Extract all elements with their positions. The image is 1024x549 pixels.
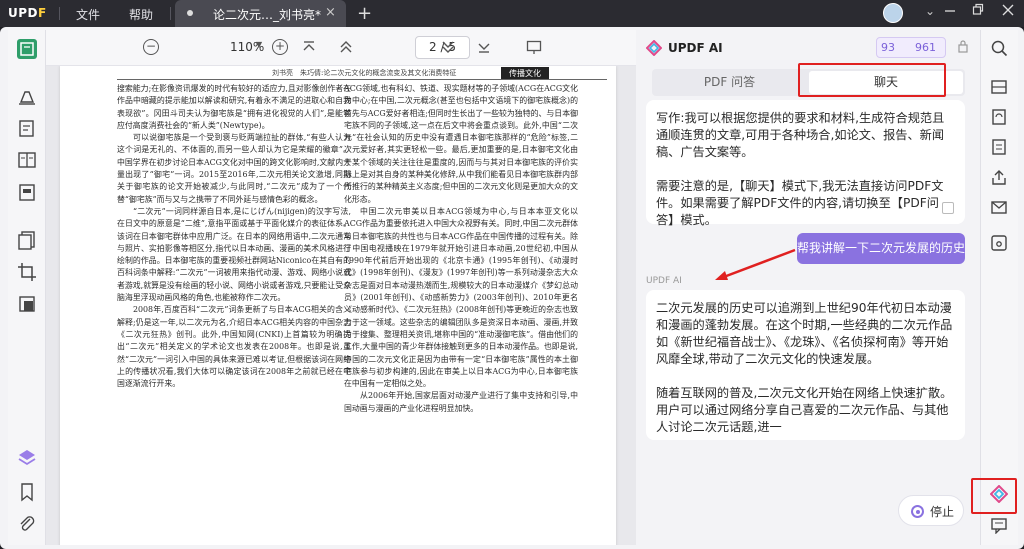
reader-mode-icon[interactable] — [17, 39, 37, 59]
highlight-box-ai-icon — [971, 478, 1017, 514]
text-column-left: 搜索能力;在影像资讯爆发的时代有较好的适应力,且对影像创作者在作品中暗藏的提示能… — [117, 83, 351, 390]
user-message: 帮我讲解一下二次元发展的历史 — [797, 233, 965, 264]
right-tool-sidebar — [980, 30, 1018, 545]
message-text: 随着互联网的普及,二次元文化开始在网络上快速扩散。用户可以通过网络分享自己喜爱的… — [656, 386, 953, 434]
stop-label: 停止 — [930, 505, 955, 519]
pdf-page: 刘书亮 朱巧倩:论二次元文化的概念流变及其文化消费特征 传播文化 搜索能力;在影… — [60, 66, 616, 545]
close-tab-icon[interactable]: × — [325, 5, 336, 20]
previous-page-icon[interactable] — [338, 39, 354, 55]
zoom-out-button[interactable]: − — [143, 39, 159, 55]
ai-sender-label: UPDF AI — [646, 276, 682, 286]
protect-pdf-icon[interactable] — [17, 294, 37, 314]
message-text: 写作:我可以根据您提供的要求和材料,生成符合规范且通顺连贯的文章,可用于各种场合… — [656, 111, 945, 159]
running-head: 刘书亮 朱巧倩:论二次元文化的概念流变及其文化消费特征 — [272, 69, 457, 77]
lock-icon[interactable] — [958, 40, 968, 56]
ai-panel-title: UPDF AI — [668, 41, 723, 55]
feedback-icon[interactable] — [990, 516, 1008, 535]
new-tab-button[interactable]: + — [357, 3, 372, 24]
ai-assistant-panel: UPDF AI 93 961 PDF 问答 聊天 写作:我可以根据您提供的要求和… — [636, 30, 980, 545]
stop-icon — [911, 505, 924, 518]
quota-b: 961 — [915, 41, 936, 54]
last-page-icon[interactable] — [476, 39, 492, 55]
title-bar: UPDF 文件 帮助 论二次元…_刘书亮* × + ⌄ — [0, 0, 1024, 27]
paragraph: 可以说御宅族是一个受到褒与贬两端拉扯的群体,“有些人认为这个词是无礼的、不体面的… — [117, 133, 351, 204]
quota-a: 93 — [881, 41, 895, 54]
highlight-box-chat-tab — [798, 63, 946, 97]
document-tab[interactable]: 论二次元…_刘书亮* × — [175, 0, 346, 27]
edit-pdf-icon[interactable] — [17, 118, 37, 138]
account-menu-chevron-icon[interactable]: ⌄ — [925, 4, 935, 18]
minimize-icon[interactable] — [944, 3, 956, 21]
ai-quota-badge[interactable]: 93 961 — [876, 37, 946, 58]
convert-pdf-icon[interactable] — [17, 230, 37, 250]
paragraph: “二次元”一词同样源自日本,是にじげん(nijigen)的汉字写法,在日文中的原… — [117, 206, 351, 303]
copy-icon[interactable] — [942, 202, 954, 214]
message-text: 需要注意的是,【聊天】模式下,我无法直接访问PDF文件。如果需要了解PDF文件的… — [656, 179, 944, 227]
presentation-icon[interactable] — [526, 39, 542, 55]
email-icon[interactable] — [990, 198, 1008, 216]
stop-generating-button[interactable]: 停止 — [898, 495, 964, 526]
ocr-icon[interactable] — [990, 78, 1008, 96]
next-page-icon[interactable] — [440, 39, 456, 55]
annotation-arrow-icon — [715, 248, 796, 280]
menu-help[interactable]: 帮助 — [129, 6, 153, 23]
menu-file[interactable]: 文件 — [76, 6, 100, 23]
paragraph: 2008年,百度百科“二次元”词条更新了与日本ACG相关的含义解释;仍是这一年,… — [117, 305, 351, 389]
close-window-icon[interactable] — [1002, 3, 1014, 21]
crop-pages-icon[interactable] — [17, 262, 37, 282]
paragraph: ACG领域,也有科幻、铁道、现实题材等的子领域(ACG在ACG文化为中心;在中国… — [344, 84, 578, 204]
avatar[interactable] — [883, 3, 903, 23]
tab-pdf-qa[interactable]: PDF 问答 — [652, 69, 807, 96]
header-rule — [117, 79, 607, 80]
save-icon[interactable] — [990, 234, 1008, 252]
bookmark-icon[interactable] — [17, 482, 37, 502]
app-logo: UPDF — [8, 6, 47, 20]
ai-message: 二次元发展的历史可以追溯到上世纪90年代初日本动漫和漫画的蓬勃发展。在这个时期,… — [646, 290, 965, 440]
attachment-icon[interactable] — [17, 514, 37, 534]
unsaved-dot-icon — [187, 10, 193, 16]
batch-icon[interactable] — [990, 138, 1008, 156]
paragraph: 从2006年开始,国家层面对动漫产业进行了集中支持和引导,中国动画与漫画的产业化… — [344, 391, 578, 413]
page-organize-icon[interactable] — [17, 150, 37, 170]
layers-icon[interactable] — [17, 448, 37, 468]
first-page-icon[interactable] — [301, 39, 317, 55]
paragraph: 中国二次元审美以日本ACG领域为中心,与日本本亚文化以ACG作品为重要依托进入中… — [344, 206, 578, 389]
divider — [170, 7, 171, 20]
paragraph: 搜索能力;在影像资讯爆发的时代有较好的适应力,且对影像创作者在作品中暗藏的提示能… — [117, 84, 351, 130]
message-text: 二次元发展的历史可以追溯到上世纪90年代初日本动漫和漫画的蓬勃发展。在这个时期,… — [656, 301, 953, 366]
updf-ai-logo-icon — [645, 39, 663, 57]
restore-icon[interactable] — [972, 3, 984, 21]
text-column-right: ACG领域,也有科幻、铁道、现实题材等的子领域(ACG在ACG文化为中心;在中国… — [344, 83, 578, 415]
zoom-dropdown-icon[interactable]: ▼ — [256, 40, 262, 49]
document-viewer[interactable]: 刘书亮 朱巧倩:论二次元文化的概念流变及其文化消费特征 传播文化 搜索能力;在影… — [46, 66, 636, 545]
zoom-in-button[interactable]: + — [272, 39, 288, 55]
search-icon[interactable] — [990, 39, 1008, 57]
comment-highlight-icon[interactable] — [17, 86, 37, 106]
ai-message: 写作:我可以根据您提供的要求和材料,生成符合规范且通顺连贯的文章,可用于各种场合… — [646, 100, 965, 227]
tab-title: 论二次元…_刘书亮* — [213, 8, 322, 22]
divider — [59, 7, 60, 20]
left-tool-sidebar — [8, 30, 46, 545]
convert-icon[interactable] — [990, 108, 1008, 126]
document-toolbar: − 110% ▼ + 2 / 5 — [46, 30, 636, 66]
share-icon[interactable] — [990, 168, 1008, 186]
form-tool-icon[interactable] — [17, 182, 37, 202]
